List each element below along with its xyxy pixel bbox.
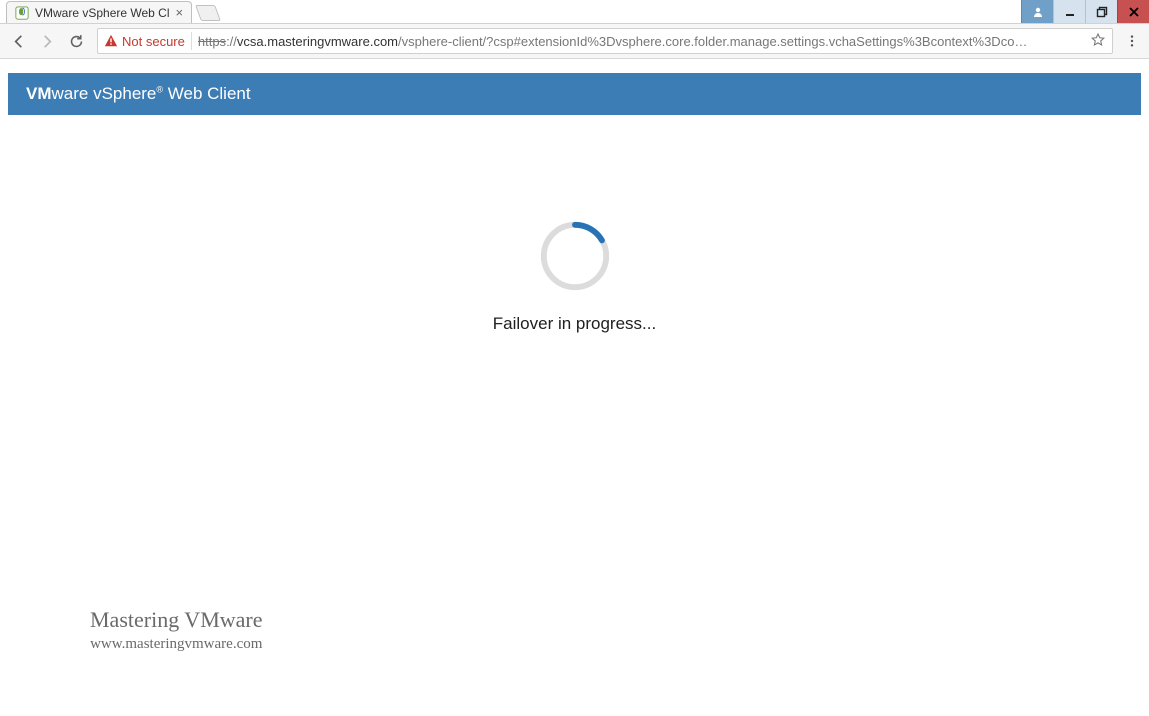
back-icon[interactable] — [10, 33, 27, 50]
window-controls — [1021, 0, 1149, 23]
not-secure-warning[interactable]: Not secure — [104, 34, 185, 49]
url-text: https://vcsa.masteringvmware.com/vsphere… — [198, 34, 1084, 49]
watermark-url: www.masteringvmware.com — [90, 635, 263, 655]
tab-close-icon[interactable]: × — [176, 6, 184, 19]
status-text: Failover in progress... — [493, 314, 656, 334]
window-titlebar: VMware vSphere Web Cl × — [0, 0, 1149, 24]
new-tab-button[interactable] — [195, 5, 221, 21]
url-separator — [191, 32, 192, 50]
banner-prefix: VM — [26, 84, 52, 103]
browser-tab-active[interactable]: VMware vSphere Web Cl × — [6, 1, 192, 23]
watermark: Mastering VMware www.masteringvmware.com — [90, 606, 263, 654]
security-label: Not secure — [122, 34, 185, 49]
window-minimize-button[interactable] — [1053, 0, 1085, 23]
tab-strip: VMware vSphere Web Cl × — [0, 0, 1021, 23]
browser-toolbar: Not secure https://vcsa.masteringvmware.… — [0, 24, 1149, 59]
spinner-icon — [536, 217, 614, 298]
kebab-menu-icon[interactable] — [1121, 34, 1143, 48]
url-host: vcsa.masteringvmware.com — [237, 34, 398, 49]
url-scheme-suffix: :// — [226, 34, 237, 49]
banner-title: VMware vSphere® Web Client — [26, 84, 251, 104]
forward-icon[interactable] — [39, 33, 56, 50]
reload-icon[interactable] — [68, 33, 85, 50]
window-restore-button[interactable] — [1085, 0, 1117, 23]
warning-triangle-icon — [104, 34, 118, 48]
watermark-title: Mastering VMware — [90, 606, 263, 635]
nav-buttons — [6, 33, 89, 50]
vsphere-favicon-icon — [15, 6, 29, 20]
tab-title: VMware vSphere Web Cl — [35, 6, 170, 20]
banner-mid: ware vSphere — [52, 84, 157, 103]
window-user-button[interactable] — [1021, 0, 1053, 23]
window-close-button[interactable] — [1117, 0, 1149, 23]
url-path: /vsphere-client/?csp#extensionId%3Dvsphe… — [398, 34, 1027, 49]
url-scheme: https — [198, 34, 226, 49]
loading-stage: Failover in progress... — [8, 115, 1141, 334]
app-banner: VMware vSphere® Web Client — [8, 73, 1141, 115]
bookmark-star-icon[interactable] — [1090, 32, 1106, 51]
banner-suffix: Web Client — [163, 84, 251, 103]
page-viewport: VMware vSphere® Web Client Failover in p… — [0, 59, 1149, 342]
address-bar[interactable]: Not secure https://vcsa.masteringvmware.… — [97, 28, 1113, 54]
